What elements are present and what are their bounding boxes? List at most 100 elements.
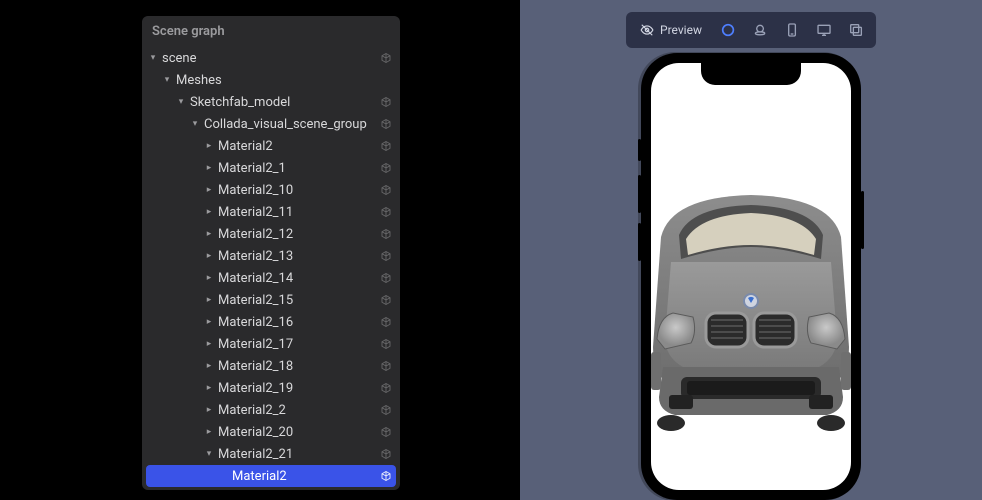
tree-row[interactable]: Material2	[146, 465, 396, 487]
chevron-down-icon: ▾	[148, 53, 158, 63]
tree-label: Material2_21	[218, 447, 380, 462]
tree-label: Material2_12	[218, 227, 380, 242]
preview-label-button[interactable]: Preview	[630, 16, 712, 44]
tree-label: Material2_19	[218, 381, 380, 396]
cube-icon	[380, 426, 392, 438]
preview-label: Preview	[660, 23, 702, 37]
cube-icon	[380, 316, 392, 328]
panel-title: Scene graph	[142, 16, 400, 47]
cube-icon	[380, 470, 392, 482]
chevron-right-icon: ▸	[204, 207, 214, 217]
tree-row[interactable]: ▸ Material2_16	[142, 311, 400, 333]
tree-row[interactable]: ▾ Collada_visual_scene_group	[142, 113, 400, 135]
tree-row[interactable]: ▸Material2_2	[142, 399, 400, 421]
cube-icon	[380, 382, 392, 394]
tree-label: Collada_visual_scene_group	[204, 117, 380, 132]
tree-label: Material2_18	[218, 359, 380, 374]
tree-label: Material2_15	[218, 293, 380, 308]
cube-icon	[380, 448, 392, 460]
device-phone-button[interactable]	[776, 16, 808, 44]
tree-label: Material2_17	[218, 337, 380, 352]
cube-icon	[380, 250, 392, 262]
volume-up-button	[638, 175, 641, 213]
cube-icon	[380, 118, 392, 130]
chevron-right-icon: ▸	[204, 229, 214, 239]
tree-row[interactable]: ▾ scene	[142, 47, 400, 69]
cube-icon	[380, 52, 392, 64]
device-desktop-button[interactable]	[808, 16, 840, 44]
device-frame	[641, 53, 861, 500]
tree-label: Material2_13	[218, 249, 380, 264]
tree-row[interactable]: ▸ Material2_11	[142, 201, 400, 223]
tree-row[interactable]: ▾ Material2_21	[142, 443, 400, 465]
tree-row[interactable]: ▸ Material2_20	[142, 421, 400, 443]
preview-area: Preview	[520, 0, 982, 500]
volume-down-button	[638, 223, 641, 261]
tree-label: scene	[162, 51, 380, 66]
tree-row[interactable]: ▸ Material2_1	[142, 157, 400, 179]
preview-toolbar: Preview	[626, 12, 876, 48]
chevron-right-icon: ▸	[204, 273, 214, 283]
chevron-right-icon: ▸	[204, 427, 214, 437]
tree-row[interactable]: ▸ Material2_12	[142, 223, 400, 245]
cube-icon	[380, 294, 392, 306]
car-model	[651, 167, 851, 467]
tree-label: Material2_20	[218, 425, 380, 440]
tree-row[interactable]: ▸ Material2_13	[142, 245, 400, 267]
cube-icon	[380, 206, 392, 218]
device-screen[interactable]	[651, 63, 851, 490]
chevron-right-icon: ▸	[204, 163, 214, 173]
cube-icon	[380, 184, 392, 196]
desktop-icon	[816, 22, 832, 38]
device-circle-button[interactable]	[712, 16, 744, 44]
tree-row[interactable]: ▸ Material2_10	[142, 179, 400, 201]
chevron-down-icon: ▾	[162, 75, 172, 85]
tree-row[interactable]: ▸ Material2_14	[142, 267, 400, 289]
tree-row[interactable]: ▸Material2_15	[142, 289, 400, 311]
copy-icon	[848, 22, 864, 38]
chevron-right-icon: ▸	[204, 141, 214, 151]
eye-off-icon	[640, 23, 654, 37]
device-stack-button[interactable]	[744, 16, 776, 44]
chevron-right-icon: ▸	[204, 339, 214, 349]
tree-label: Material2_2	[218, 403, 380, 418]
tree-label: Sketchfab_model	[190, 95, 380, 110]
tree-label: Material2_16	[218, 315, 380, 330]
tree-row[interactable]: ▸ Material2_17	[142, 333, 400, 355]
chevron-down-icon: ▾	[190, 119, 200, 129]
tree-label: Material2_11	[218, 205, 380, 220]
chevron-down-icon: ▾	[176, 97, 186, 107]
cube-icon	[380, 140, 392, 152]
tree-label: Meshes	[176, 73, 392, 88]
cube-icon	[380, 272, 392, 284]
cube-icon	[380, 360, 392, 372]
stack-icon	[752, 22, 768, 38]
cube-icon	[380, 338, 392, 350]
tree-row[interactable]: ▾ Meshes	[142, 69, 400, 91]
tree-row[interactable]: ▸Material2	[142, 135, 400, 157]
tree-label: Material2	[232, 469, 380, 484]
cube-icon	[380, 228, 392, 240]
mute-switch	[638, 139, 641, 161]
chevron-right-icon: ▸	[204, 185, 214, 195]
chevron-right-icon: ▸	[204, 361, 214, 371]
chevron-down-icon: ▾	[204, 449, 214, 459]
scene-graph-panel: Scene graph ▾ scene ▾ Meshes ▾ Sketchfab_mode…	[142, 16, 400, 490]
cube-icon	[380, 404, 392, 416]
scene-tree: ▾ scene ▾ Meshes ▾ Sketchfab_model ▾ Collada_vi…	[142, 47, 400, 487]
tree-label: Material2_14	[218, 271, 380, 286]
tree-row[interactable]: ▸ Material2_19	[142, 377, 400, 399]
tree-row[interactable]: ▸ Material2_18	[142, 355, 400, 377]
circle-icon	[720, 22, 736, 38]
device-multi-button[interactable]	[840, 16, 872, 44]
chevron-right-icon: ▸	[204, 317, 214, 327]
tree-label: Material2_1	[218, 161, 380, 176]
cube-icon	[380, 96, 392, 108]
phone-icon	[784, 22, 800, 38]
chevron-right-icon: ▸	[204, 383, 214, 393]
cube-icon	[380, 162, 392, 174]
chevron-right-icon: ▸	[204, 251, 214, 261]
tree-row[interactable]: ▾ Sketchfab_model	[142, 91, 400, 113]
model-viewport[interactable]	[651, 63, 851, 490]
tree-label: Material2_10	[218, 183, 380, 198]
